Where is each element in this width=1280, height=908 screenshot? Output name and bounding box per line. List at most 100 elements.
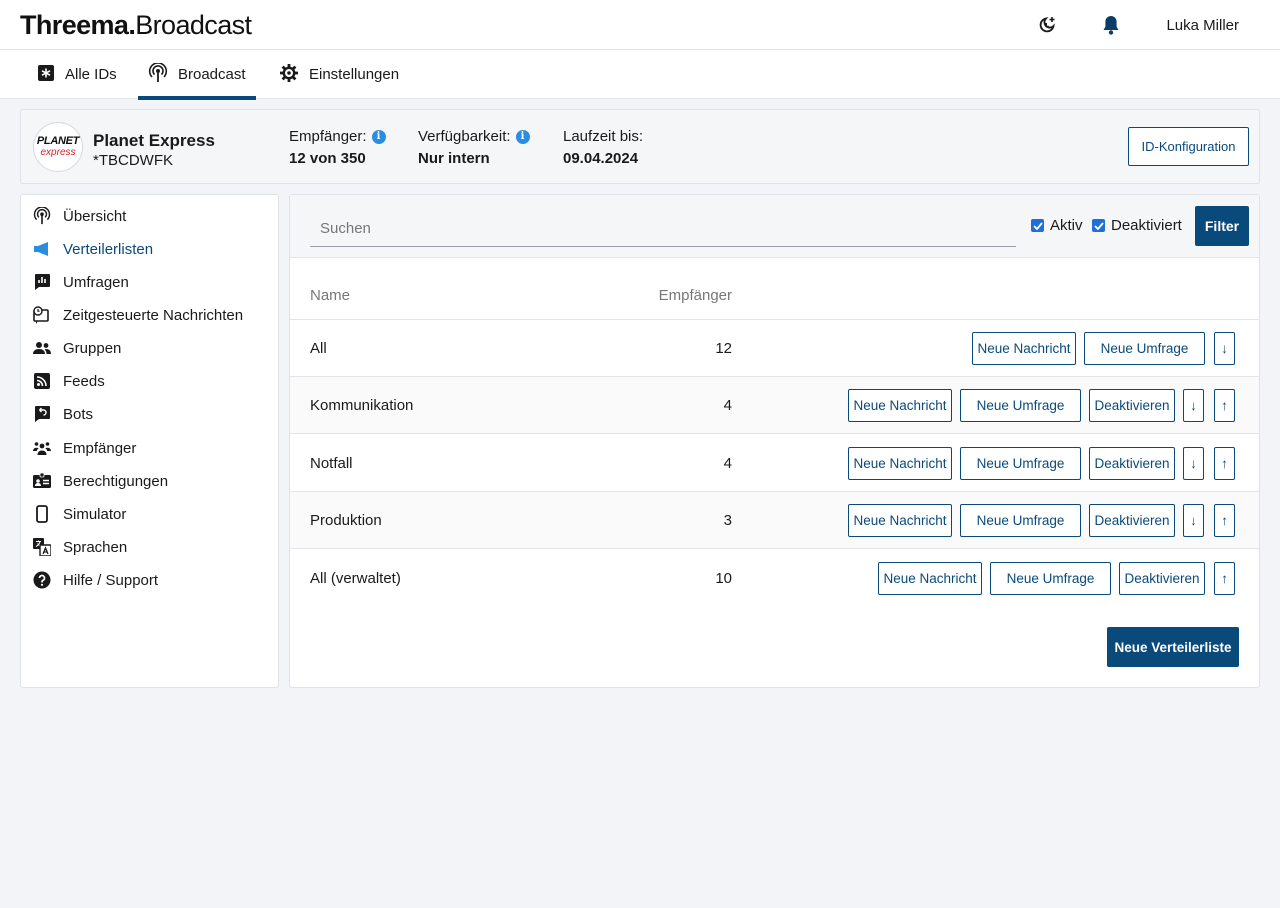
new-message-button[interactable]: Neue Nachricht — [878, 562, 982, 595]
main-nav: Alle IDs Broadcast Einstellungen — [0, 50, 1280, 100]
filter-inactive-label: Deaktiviert — [1111, 217, 1182, 234]
tab-broadcast[interactable]: Broadcast — [138, 50, 256, 100]
new-poll-button[interactable]: Neue Umfrage — [990, 562, 1111, 595]
id-badge-icon — [37, 64, 55, 86]
poll-icon — [33, 273, 51, 291]
sidebar-item-label: Verteilerlisten — [63, 240, 154, 258]
list-recipient-count: 10 — [715, 570, 732, 587]
filter-active-label: Aktiv — [1050, 217, 1083, 234]
help-icon — [33, 571, 51, 589]
sidebar-item-languages[interactable]: Sprachen — [33, 536, 127, 558]
availability-label: Verfügbarkeit: — [418, 128, 511, 145]
sidebar-item-label: Berechtigungen — [63, 472, 169, 490]
new-message-button[interactable]: Neue Nachricht — [848, 389, 952, 422]
checkbox-checked-icon — [1031, 219, 1044, 232]
move-up-button[interactable]: ↑ — [1214, 389, 1235, 422]
top-bar: Threema.Broadcast Luka Miller — [0, 0, 1280, 50]
sidebar-item-label: Empfänger — [63, 439, 137, 457]
sidebar-item-simulator[interactable]: Simulator — [33, 503, 126, 525]
scheduled-message-icon — [33, 306, 51, 324]
runtime-value: 09.04.2024 — [563, 150, 639, 167]
id-configuration-button[interactable]: ID-Konfiguration — [1128, 127, 1249, 166]
move-down-button[interactable]: ↓ — [1183, 504, 1204, 537]
sidebar-item-label: Zeitgesteuerte Nachrichten — [63, 306, 244, 324]
move-up-button[interactable]: ↑ — [1214, 447, 1235, 480]
runtime-label: Laufzeit bis: — [563, 128, 644, 145]
new-poll-button[interactable]: Neue Umfrage — [960, 447, 1081, 480]
sidebar-item-overview[interactable]: Übersicht — [33, 205, 126, 227]
distribution-lists-panel: Aktiv Deaktiviert Filter Name Empfänger … — [289, 194, 1260, 688]
new-distribution-list-button[interactable]: Neue Verteilerliste — [1107, 627, 1239, 667]
filter-inactive-checkbox[interactable]: Deaktiviert — [1092, 217, 1182, 234]
user-name[interactable]: Luka Miller — [1166, 17, 1239, 34]
sidebar-item-label: Hilfe / Support — [63, 571, 159, 589]
org-id: *TBCDWFK — [93, 152, 173, 169]
move-up-button[interactable]: ↑ — [1214, 562, 1235, 595]
sidebar-item-permissions[interactable]: Berechtigungen — [33, 470, 168, 492]
deactivate-button[interactable]: Deaktivieren — [1089, 504, 1175, 537]
new-poll-button[interactable]: Neue Umfrage — [960, 389, 1081, 422]
group-icon — [33, 339, 51, 357]
list-name: Produktion — [310, 512, 382, 529]
sleep-mode-icon[interactable] — [1036, 14, 1058, 36]
tab-label: Broadcast — [178, 66, 246, 83]
sidebar-item-label: Simulator — [63, 505, 127, 523]
list-name: Kommunikation — [310, 397, 414, 414]
broadcast-icon — [148, 61, 168, 87]
sidebar-item-recipients[interactable]: Empfänger — [33, 437, 136, 459]
filter-active-checkbox[interactable]: Aktiv — [1031, 217, 1083, 234]
recipients-label: Empfänger: — [289, 128, 367, 145]
sidebar-item-feeds[interactable]: Feeds — [33, 370, 105, 392]
deactivate-button[interactable]: Deaktivieren — [1089, 447, 1175, 480]
gear-icon — [279, 63, 299, 87]
list-name: All (verwaltet) — [310, 570, 401, 587]
list-recipient-count: 12 — [715, 340, 732, 357]
tab-all-ids[interactable]: Alle IDs — [37, 50, 117, 99]
sidebar-item-polls[interactable]: Umfragen — [33, 271, 129, 293]
new-poll-button[interactable]: Neue Umfrage — [1084, 332, 1205, 365]
sidebar-item-help-support[interactable]: Hilfe / Support — [33, 569, 158, 591]
search-input[interactable] — [310, 210, 1016, 247]
tab-label: Einstellungen — [309, 66, 400, 83]
move-up-button[interactable]: ↑ — [1214, 504, 1235, 537]
info-icon[interactable]: i — [515, 129, 530, 144]
tab-settings[interactable]: Einstellungen — [279, 50, 399, 99]
deactivate-button[interactable]: Deaktivieren — [1119, 562, 1205, 595]
sidebar-item-label: Gruppen — [63, 339, 122, 357]
table-row: Produktion 3 Neue Nachricht Neue Umfrage… — [290, 492, 1259, 549]
info-icon[interactable]: i — [371, 129, 386, 144]
phone-icon — [33, 505, 51, 523]
sidebar-item-label: Sprachen — [63, 538, 128, 556]
table-row: All (verwaltet) 10 Neue Nachricht Neue U… — [290, 550, 1259, 607]
filter-button[interactable]: Filter — [1195, 206, 1249, 246]
new-message-button[interactable]: Neue Nachricht — [848, 504, 952, 537]
list-name: All — [310, 340, 327, 357]
column-header-recipients[interactable]: Empfänger — [659, 287, 732, 304]
table-header: Name Empfänger — [290, 259, 1259, 320]
sidebar-item-bots[interactable]: Bots — [33, 403, 93, 425]
sidebar-item-distribution-lists[interactable]: Verteilerlisten — [33, 238, 153, 260]
rss-icon — [33, 372, 51, 390]
bell-icon[interactable] — [1100, 14, 1122, 36]
move-down-button[interactable]: ↓ — [1183, 447, 1204, 480]
sidebar-item-groups[interactable]: Gruppen — [33, 337, 121, 359]
recipients-value: 12 von 350 — [289, 150, 366, 167]
bot-reply-icon — [33, 405, 51, 423]
move-down-button[interactable]: ↓ — [1214, 332, 1235, 365]
sidebar-item-label: Übersicht — [63, 207, 127, 225]
availability-meta: Verfügbarkeit: i Nur intern — [418, 128, 530, 167]
broadcast-icon — [33, 207, 51, 225]
new-message-button[interactable]: Neue Nachricht — [848, 447, 952, 480]
translate-icon — [33, 538, 51, 556]
app-logo[interactable]: Threema.Broadcast — [20, 11, 252, 39]
sidebar-item-scheduled-messages[interactable]: Zeitgesteuerte Nachrichten — [33, 304, 243, 326]
list-recipient-count: 4 — [723, 397, 732, 414]
sidebar-item-label: Feeds — [63, 372, 105, 390]
deactivate-button[interactable]: Deaktivieren — [1089, 389, 1175, 422]
new-message-button[interactable]: Neue Nachricht — [972, 332, 1076, 365]
search-toolbar: Aktiv Deaktiviert Filter — [290, 195, 1259, 258]
new-poll-button[interactable]: Neue Umfrage — [960, 504, 1081, 537]
move-down-button[interactable]: ↓ — [1183, 389, 1204, 422]
sidebar-item-label: Bots — [63, 405, 94, 423]
column-header-name[interactable]: Name — [310, 287, 350, 304]
